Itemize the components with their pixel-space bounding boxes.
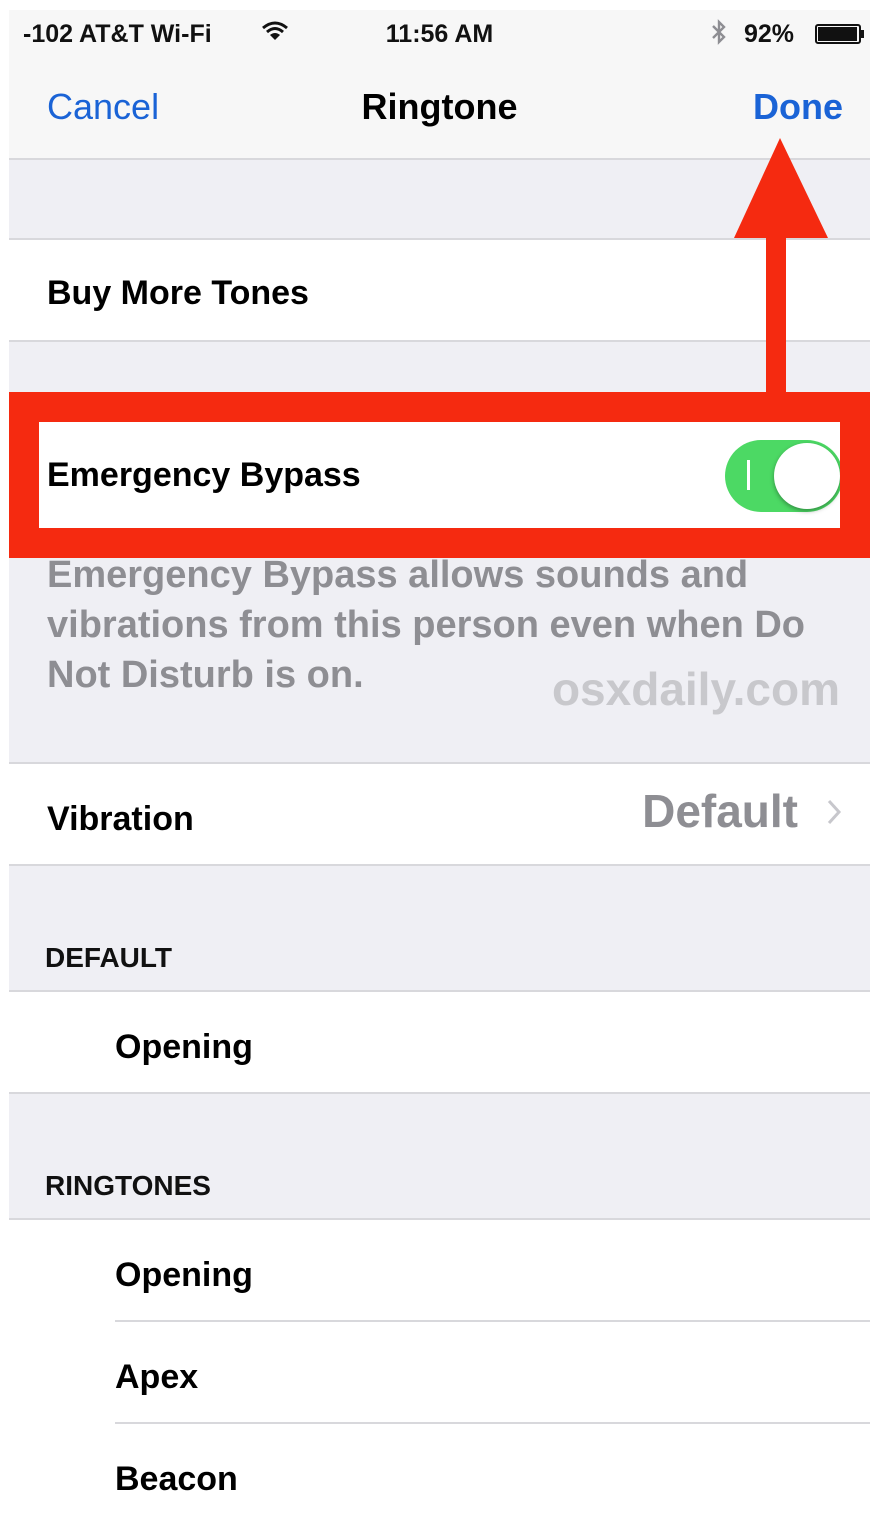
ringtones-list: Opening Apex Beacon — [9, 1218, 870, 1522]
ringtone-item-apex[interactable]: Apex — [115, 1358, 198, 1397]
row-separator — [115, 1422, 870, 1424]
battery-icon — [815, 24, 864, 44]
battery-percent: 92% — [744, 20, 795, 48]
ringtone-item-opening[interactable]: Opening — [115, 1256, 253, 1295]
emergency-bypass-label: Emergency Bypass — [47, 456, 361, 494]
watermark: osxdaily.com — [551, 663, 840, 715]
default-list: Opening — [9, 990, 870, 1094]
row-separator — [115, 1320, 870, 1322]
page-title: Ringtone — [361, 86, 518, 127]
bluetooth-icon — [712, 19, 726, 45]
ringtone-item-beacon[interactable]: Beacon — [115, 1460, 238, 1499]
chevron-right-icon — [827, 799, 842, 825]
status-time: 11:56 AM — [385, 20, 494, 48]
done-button[interactable]: Done — [753, 86, 843, 128]
toggle-knob — [774, 443, 840, 509]
buy-more-tones-cell[interactable]: Buy More Tones — [9, 238, 870, 342]
buy-more-tones-label: Buy More Tones — [47, 274, 309, 312]
vibration-value: Default — [642, 785, 798, 837]
section-header-default: DEFAULT — [45, 942, 173, 973]
toggle-on-mark — [747, 460, 750, 490]
navigation-bar: Cancel Ringtone Done — [9, 58, 870, 160]
status-bar: -102 AT&T Wi-Fi 11:56 AM 92% — [9, 10, 870, 58]
default-item-opening[interactable]: Opening — [115, 1028, 253, 1067]
section-header-ringtones: RINGTONES — [45, 1170, 211, 1201]
emergency-bypass-cell: Emergency Bypass — [9, 420, 870, 530]
emergency-bypass-toggle[interactable] — [725, 440, 843, 512]
vibration-label: Vibration — [47, 800, 194, 838]
ringtone-screen: -102 AT&T Wi-Fi 11:56 AM 92% Cancel Ring… — [9, 10, 870, 1522]
vibration-cell[interactable]: Vibration Default — [9, 762, 870, 866]
